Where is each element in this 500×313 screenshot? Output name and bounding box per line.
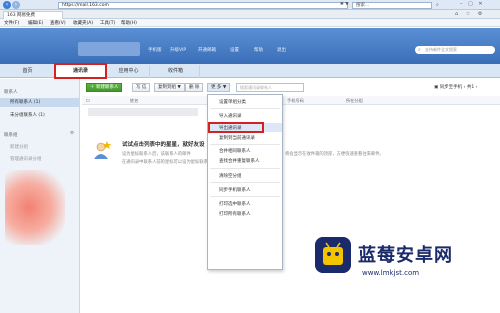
col-group[interactable]: 所在分组 (346, 98, 363, 104)
dropdown-item-sync-phone[interactable]: 同步手机联系人 (219, 187, 251, 193)
search-icon[interactable]: ⌕ (436, 2, 439, 8)
address-tools[interactable]: ✱ ▼ (340, 2, 349, 7)
nav-help[interactable]: 帮助 (254, 47, 263, 53)
browser-tab-row (0, 10, 500, 19)
tab-app-center[interactable]: 应用中心 (108, 65, 150, 78)
dropdown-item-print-selected[interactable]: 打印选中联系人 (219, 201, 251, 207)
menu-help[interactable]: 帮助(H) (121, 20, 137, 26)
arrow-left-icon: ‹ (5, 1, 9, 8)
browser-search-input[interactable]: 搜索... (352, 1, 432, 9)
delete-button[interactable]: 删 除 (185, 83, 204, 92)
tab-inbox[interactable]: 收件箱 (152, 65, 200, 78)
nav-vip[interactable]: 升级VIP (170, 47, 186, 53)
tab-home[interactable]: 首页 (0, 65, 56, 78)
dropdown-item-merge[interactable]: 合并相同联系人 (219, 148, 251, 154)
sidebar-manage-groups[interactable]: 管理通讯录分组 (10, 156, 42, 162)
forward-button[interactable]: › (12, 1, 20, 9)
dropdown-item-clear-empty[interactable]: 清除空分组 (219, 173, 242, 179)
checkbox[interactable]: ☐ (86, 98, 90, 103)
arrow-right-icon: › (14, 1, 18, 8)
window-controls[interactable]: – ▢ ✕ (460, 1, 485, 7)
sidebar-new-group[interactable]: 新建分组 (10, 144, 28, 150)
empty-state-desc: 设为星标联系人后，该联系人的邮件 (122, 152, 191, 157)
sync-pager-tools[interactable]: ▣ 同步至手机 ‹ 共1 › (434, 84, 477, 90)
contact-star-icon (94, 141, 112, 159)
col-name[interactable]: 姓名 (130, 98, 138, 104)
copy-to-group-button[interactable]: 复制到组 ▼ (154, 83, 185, 92)
more-button[interactable]: 更 多 ▼ (207, 83, 231, 92)
contact-search-input[interactable]: 搜索通讯录联系人 (236, 83, 304, 92)
dropdown-divider (210, 182, 280, 183)
empty-state-title: 试试点击列表中的星星，就好友设 (122, 142, 205, 148)
col-phone[interactable]: 手机号码 (287, 98, 304, 104)
highlight-box-export (208, 122, 264, 133)
watermark-url: www.lmkjst.com (362, 269, 420, 277)
blurred-region (5, 170, 65, 245)
empty-state-desc: 在通讯录中联系人前的星标可以设为星标联系 (122, 160, 208, 165)
watermark-logo-icon (315, 237, 351, 273)
dropdown-item-import[interactable]: 导入通讯录 (219, 113, 242, 119)
menu-edit[interactable]: 编辑(E) (28, 20, 43, 26)
new-contact-button[interactable]: ＋ 新建联系人 (86, 83, 123, 92)
dropdown-divider (210, 144, 280, 145)
table-row[interactable] (88, 108, 198, 116)
sidebar-section-contacts: 联系人 (4, 90, 18, 95)
menu-tools[interactable]: 工具(T) (100, 20, 115, 26)
dropdown-item-print-all[interactable]: 打印所有联系人 (219, 211, 251, 217)
watermark-title: 蓝莓安卓网 (358, 245, 453, 266)
menu-view[interactable]: 查看(V) (50, 20, 66, 26)
dropdown-divider (210, 168, 280, 169)
dropdown-item-set-group[interactable]: 设置单组分类 (219, 99, 246, 105)
dropdown-divider (210, 108, 280, 109)
new-contact-label: 新建联系人 (95, 85, 119, 90)
browser-toolbar-icons[interactable]: ⌂ ☆ ⚙ (455, 11, 485, 17)
empty-state-desc: 将会显示在收件箱的顶部，方便快速查看往来邮件。 (285, 152, 384, 157)
back-button[interactable]: ‹ (3, 1, 11, 9)
mail-logo (78, 42, 140, 56)
nav-logout[interactable]: 退出 (277, 47, 286, 53)
highlight-box-contacts (54, 63, 107, 79)
nav-settings[interactable]: 设置 (230, 47, 239, 53)
sidebar-item-ungrouped[interactable]: 未分组联系人 (1) (10, 112, 45, 118)
sidebar-section-groups: 联系组 (4, 133, 18, 138)
mail-search-input[interactable]: 支持邮件全文搜索 (415, 46, 495, 54)
search-icon: ⌕ (418, 47, 421, 53)
dropdown-item-copy[interactable]: 复制到当前通讯录 (219, 135, 255, 141)
write-letter-button[interactable]: 写 信 (132, 83, 151, 92)
dropdown-item-find-duplicates[interactable]: 查找合并重复联系人 (219, 158, 260, 164)
menu-favorites[interactable]: 收藏夹(A) (73, 20, 93, 26)
sidebar-item-all-contacts[interactable]: 所有联系人 (1) (0, 98, 80, 107)
nav-open-mailbox[interactable]: 开通邮箱 (198, 47, 216, 53)
dropdown-divider (210, 196, 280, 197)
address-bar[interactable]: https://mail.163.com (58, 1, 348, 9)
gear-icon[interactable]: ⚙ (70, 131, 74, 136)
browser-tab[interactable]: 163 网易免费 (3, 11, 63, 19)
nav-mobile[interactable]: 手机版 (148, 47, 162, 53)
menu-file[interactable]: 文件(F) (4, 20, 19, 26)
